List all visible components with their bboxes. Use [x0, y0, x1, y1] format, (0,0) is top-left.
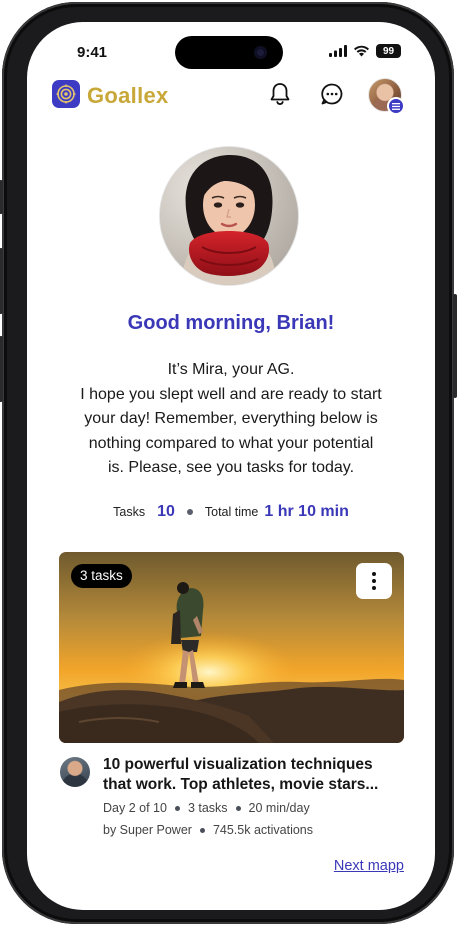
app-header: Goallex	[27, 78, 435, 122]
message-line: I hope you slept well and are ready to s…	[80, 385, 382, 403]
volume-down-button	[0, 336, 3, 402]
battery-icon: 99	[376, 44, 401, 58]
day-progress: Day 2 of 10	[103, 801, 167, 815]
author-avatar[interactable]	[60, 757, 90, 787]
mapp-progress-meta: Day 2 of 10 3 tasks 20 min/day	[103, 799, 310, 817]
message-line: your day! Remember, everything below is	[84, 410, 378, 427]
volume-up-button	[0, 248, 3, 314]
tasks-count: 10	[157, 503, 175, 520]
total-time-value: 1 hr 10 min	[264, 503, 349, 520]
action-button	[0, 180, 3, 214]
message-line: It’s Mira, your AG.	[167, 361, 295, 378]
tasks-label: Tasks	[113, 505, 146, 519]
phone-frame: 9:41 99 Goallex Good morning, Brian! It’…	[0, 2, 457, 924]
chat-bubble-icon[interactable]	[318, 80, 346, 108]
status-bar: 9:41 99	[27, 22, 435, 84]
menu-badge-icon	[387, 97, 405, 115]
dynamic-island	[175, 36, 283, 69]
status-time: 9:41	[77, 44, 108, 61]
daily-stats: Tasks 10 Total time 1 hr 10 min	[27, 500, 435, 524]
title-line: that work. Top athletes, movie stars...	[103, 776, 379, 793]
power-button	[453, 294, 457, 398]
status-icons: 99	[329, 44, 401, 58]
author-name: by Super Power	[103, 823, 192, 837]
title-line: 10 powerful visualization techniques	[103, 756, 373, 773]
more-options-icon[interactable]	[356, 563, 392, 599]
separator-dot	[186, 509, 193, 515]
mapp-card-image[interactable]: 3 tasks	[59, 552, 404, 743]
app-logo-icon[interactable]	[52, 80, 80, 108]
notifications-bell-icon[interactable]	[266, 80, 294, 108]
total-time-label: Total time	[204, 505, 259, 519]
task-count: 3 tasks	[187, 801, 228, 815]
task-count-badge: 3 tasks	[71, 564, 132, 588]
next-mapp-link[interactable]: Next mapp	[334, 858, 404, 874]
separator-dot	[174, 805, 180, 811]
assistant-message: It’s Mira, your AG. I hope you slept wel…	[61, 358, 401, 481]
message-line: is. Please, see you tasks for today.	[107, 459, 355, 476]
greeting-heading: Good morning, Brian!	[127, 312, 335, 334]
message-line: nothing compared to what your potential	[88, 434, 374, 452]
app-name: Goallex	[87, 83, 169, 108]
mapp-author-meta: by Super Power 745.5k activations	[103, 821, 313, 839]
separator-dot	[199, 827, 205, 833]
profile-avatar[interactable]	[368, 78, 405, 115]
separator-dot	[235, 805, 241, 811]
activation-count: 745.5k activations	[212, 823, 313, 837]
phone-screen: 9:41 99 Goallex Good morning, Brian! It’…	[27, 22, 435, 910]
assistant-portrait	[160, 147, 298, 285]
wifi-icon	[354, 45, 369, 57]
camera-icon	[254, 46, 267, 59]
mapp-title[interactable]: 10 powerful visualization techniques tha…	[103, 755, 413, 795]
cellular-signal-icon	[329, 45, 347, 57]
duration: 20 min/day	[248, 801, 310, 815]
